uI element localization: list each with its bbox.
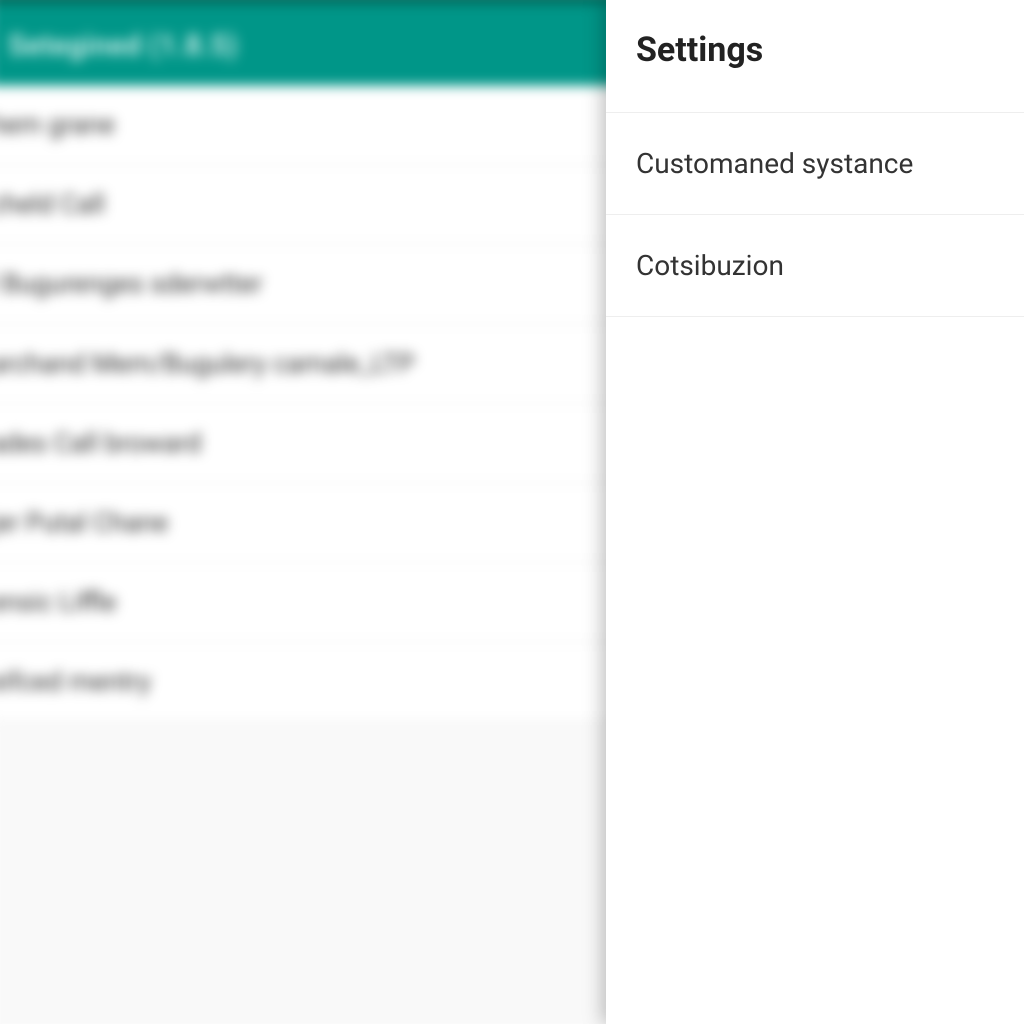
settings-panel: Settings Customaned systance Cotsibuzion	[606, 0, 1024, 1024]
settings-item-customaned[interactable]: Customaned systance	[606, 113, 1024, 215]
settings-title: Settings	[606, 0, 1024, 113]
settings-item-cotsibuzion[interactable]: Cotsibuzion	[606, 215, 1024, 317]
